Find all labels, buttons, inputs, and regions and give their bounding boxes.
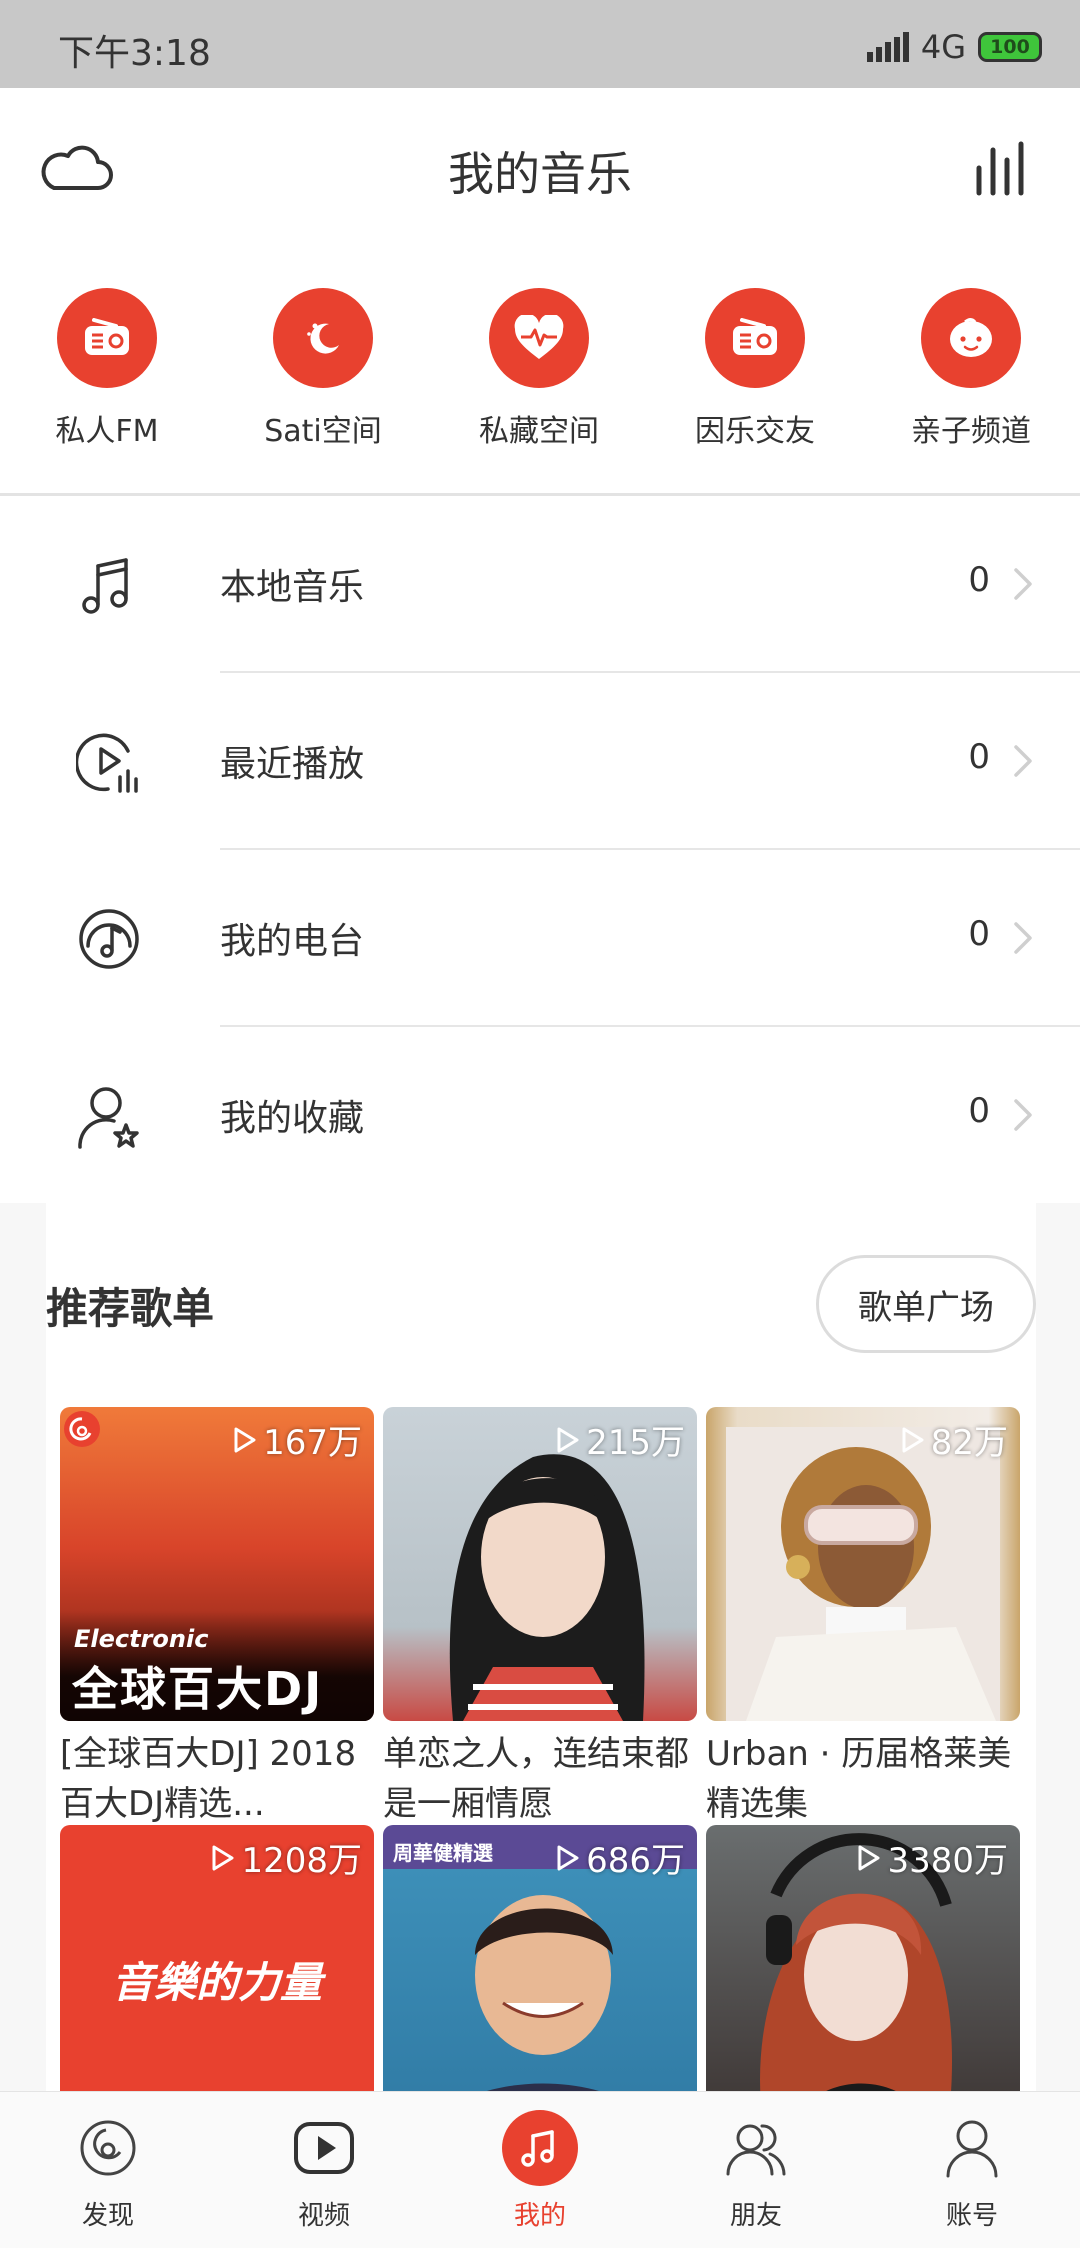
status-bar: 下午3:18 4G 100 [0, 0, 1080, 88]
network-type: 4G [920, 28, 966, 66]
play-count-value: 3380万 [887, 1841, 1008, 1881]
playlist-title: Urban · 历届格莱美精选集 [706, 1734, 1012, 1824]
section-title: 推荐歌单 [46, 1284, 215, 1333]
row-count: 0 [968, 914, 990, 954]
tab-friends[interactable]: 朋友 [648, 2092, 864, 2248]
chevron-right-icon [1014, 1099, 1032, 1131]
playlist-card[interactable]: 215万 单恋之人，连结束都是一厢情愿 [383, 1407, 697, 1829]
play-icon [858, 1845, 880, 1870]
row-label: 我的电台 [220, 921, 365, 962]
status-indicators: 4G 100 [866, 28, 1042, 66]
recommend-section: 推荐歌单 歌单广场 Electronic 全球百大DJ 167万 [全球百大DJ… [0, 1203, 1080, 2139]
row-count: 0 [968, 1091, 990, 1131]
music-note-icon [82, 558, 128, 614]
tab-discover[interactable]: 发现 [0, 2092, 216, 2248]
play-icon [902, 1427, 924, 1452]
play-count-value: 167万 [263, 1423, 362, 1463]
play-icon [212, 1845, 234, 1870]
chevron-right-icon [1014, 922, 1032, 954]
playlist-square-button[interactable]: 歌单广场 [816, 1255, 1036, 1353]
account-icon [946, 2120, 998, 2178]
equalizer-icon[interactable] [974, 140, 1032, 196]
tab-label: 发现 [81, 2201, 134, 2231]
play-count-value: 215万 [586, 1423, 685, 1463]
list-item-recent-play[interactable]: 最近播放 0 [0, 673, 1080, 850]
play-count-value: 82万 [930, 1423, 1008, 1463]
shortcut-label: Sati空间 [264, 414, 382, 449]
row-label: 最近播放 [220, 744, 365, 785]
play-count-value: 1208万 [241, 1841, 362, 1881]
list-item-my-favorites[interactable]: 我的收藏 0 [0, 1027, 1080, 1204]
shortcut-private-space[interactable]: 私藏空间 [449, 288, 629, 488]
recommend-panel: 推荐歌单 歌单广场 Electronic 全球百大DJ 167万 [全球百大DJ… [46, 1203, 1036, 2139]
playlist-cover: 82万 [706, 1407, 1020, 1721]
row-label: 本地音乐 [220, 567, 365, 608]
play-count: 1208万 [211, 1833, 362, 1882]
tab-account[interactable]: 账号 [864, 2092, 1080, 2248]
netease-logo-icon [64, 1411, 100, 1447]
playlist-card[interactable]: 82万 Urban · 历届格莱美精选集 [706, 1407, 1020, 1829]
tab-label: 我的 [513, 2201, 566, 2231]
header: 我的音乐 [0, 88, 1080, 248]
shortcut-music-friends[interactable]: 因乐交友 [665, 288, 845, 488]
user-star-icon [78, 1087, 139, 1149]
page-title: 我的音乐 [448, 147, 632, 201]
battery-level: 100 [990, 36, 1030, 58]
play-icon [234, 1427, 256, 1452]
play-count-value: 686万 [586, 1841, 685, 1881]
list-item-my-radio[interactable]: 我的电台 0 [0, 850, 1080, 1027]
radio-icon [705, 288, 805, 388]
play-icon [557, 1845, 579, 1870]
recent-play-icon [76, 733, 138, 793]
shortcut-label: 因乐交友 [695, 414, 815, 449]
tab-my-music[interactable]: 我的 [432, 2092, 648, 2248]
radio-station-icon [79, 909, 139, 969]
tab-video[interactable]: 视频 [216, 2092, 432, 2248]
play-count: 167万 [233, 1415, 362, 1464]
tab-label: 视频 [297, 2201, 350, 2231]
play-count: 82万 [901, 1415, 1008, 1464]
play-icon [557, 1427, 579, 1452]
video-icon [294, 2122, 354, 2174]
shortcut-row: 私人FM Sati空间 私藏空间 因乐交友 亲子频道 [0, 248, 1080, 493]
play-count: 215万 [556, 1415, 685, 1464]
playlist-cover: Electronic 全球百大DJ 167万 [60, 1407, 374, 1721]
row-count: 0 [968, 737, 990, 777]
chevron-right-icon [1014, 568, 1032, 600]
moon-icon [273, 288, 373, 388]
radio-icon [57, 288, 157, 388]
signal-icon [866, 32, 909, 62]
shortcut-label: 私藏空间 [479, 414, 599, 449]
shortcut-kids-channel[interactable]: 亲子频道 [881, 288, 1061, 488]
play-count: 3380万 [857, 1833, 1008, 1882]
shortcut-label: 亲子频道 [911, 414, 1031, 449]
cover-text-small: 周華健精選 [393, 1841, 493, 1865]
discover-icon [80, 2120, 136, 2176]
list-item-local-music[interactable]: 本地音乐 0 [0, 496, 1080, 673]
playlist-title: 单恋之人，连结束都是一厢情愿 [383, 1734, 689, 1824]
bottom-nav: 发现 视频 我的 朋友 账号 [0, 2091, 1080, 2248]
friends-icon [726, 2124, 786, 2176]
battery-icon: 100 [978, 32, 1042, 62]
music-note-icon [502, 2110, 578, 2186]
playlist-title: [全球百大DJ] 2018百大DJ精选... [60, 1734, 357, 1824]
chevron-right-icon [1014, 745, 1032, 777]
tab-label: 朋友 [729, 2201, 782, 2231]
heart-pulse-icon [489, 288, 589, 388]
play-count: 686万 [556, 1833, 685, 1882]
baby-face-icon [921, 288, 1021, 388]
row-label: 我的收藏 [220, 1098, 365, 1139]
tab-label: 账号 [945, 2201, 998, 2231]
cover-text-small: Electronic [74, 1625, 209, 1653]
cover-text-big: 全球百大DJ [72, 1662, 324, 1716]
status-time: 下午3:18 [58, 33, 211, 74]
playlist-cover: 215万 [383, 1407, 697, 1721]
shortcut-sati-space[interactable]: Sati空间 [233, 288, 413, 488]
row-count: 0 [968, 560, 990, 600]
shortcut-label: 私人FM [55, 414, 159, 449]
cover-text-big: 音樂的力量 [111, 1958, 322, 2007]
playlist-card[interactable]: Electronic 全球百大DJ 167万 [全球百大DJ] 2018百大DJ… [60, 1407, 374, 1829]
shortcut-private-fm[interactable]: 私人FM [17, 288, 197, 488]
